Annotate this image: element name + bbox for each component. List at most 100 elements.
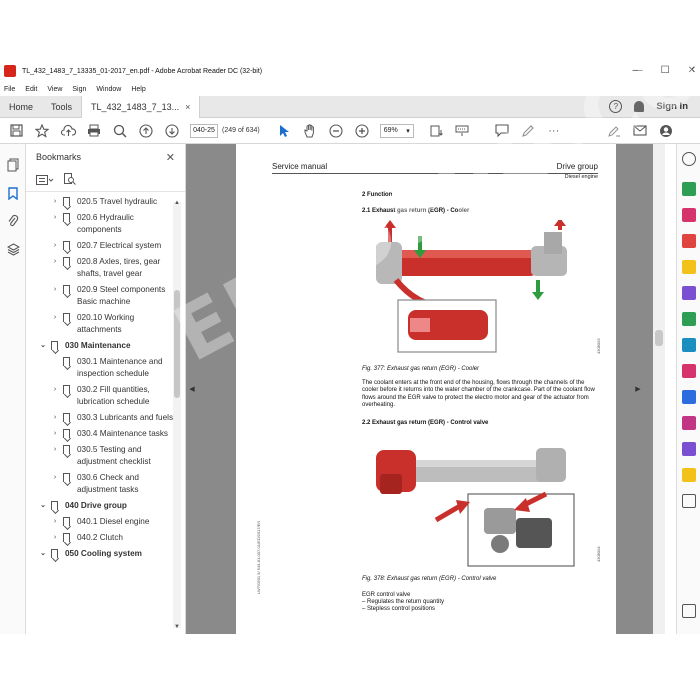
bookmark-item[interactable]: 030.1 Maintenance and inspection schedul… — [26, 356, 174, 380]
collapse-left-icon[interactable]: ◀ — [188, 374, 196, 404]
collapse-right-icon[interactable]: ▶ — [634, 374, 642, 404]
minimize-button[interactable]: — — [633, 65, 643, 76]
bookmark-item[interactable]: ⌄ 030 Maintenance — [26, 340, 174, 352]
menu-file[interactable]: File — [4, 86, 15, 93]
page-number-input[interactable]: 040-25 — [190, 123, 218, 138]
export-pdf-icon[interactable] — [682, 182, 696, 196]
organize-pages-icon[interactable] — [682, 312, 696, 326]
bookmark-panel-icon[interactable] — [6, 186, 20, 200]
layers-icon[interactable] — [6, 242, 20, 256]
zoom-in-icon[interactable] — [354, 123, 370, 139]
link-sign-icon[interactable] — [606, 123, 622, 139]
chevron-right-icon[interactable]: › — [50, 428, 60, 440]
chevron-right-icon[interactable]: › — [50, 312, 60, 324]
menu-sign[interactable]: Sign — [72, 86, 86, 93]
chevron-down-icon[interactable]: ⌄ — [38, 340, 48, 352]
bookmark-item[interactable]: › 030.2 Fill quantities, lubrication sche… — [26, 384, 174, 408]
menu-window[interactable]: Window — [96, 86, 121, 93]
previous-page-icon[interactable] — [138, 123, 154, 139]
comment-icon[interactable] — [494, 123, 510, 139]
hand-tool-icon[interactable] — [302, 123, 318, 139]
send-signature-icon[interactable] — [682, 442, 696, 456]
protect-icon[interactable] — [682, 390, 696, 404]
keyboard-icon[interactable] — [454, 123, 470, 139]
tab-document[interactable]: TL_432_1483_7_13... × — [81, 95, 201, 118]
more-tools-icon[interactable] — [682, 494, 696, 508]
bookmark-item[interactable]: › 030.4 Maintenance tasks — [26, 428, 174, 440]
chevron-down-icon[interactable]: ⌄ — [38, 500, 48, 512]
chevron-right-icon[interactable]: › — [50, 444, 60, 456]
next-page-icon[interactable] — [164, 123, 180, 139]
chevron-right-icon[interactable]: › — [50, 240, 60, 252]
menu-view[interactable]: View — [47, 86, 62, 93]
bookmark-item[interactable]: › 020.7 Electrical system — [26, 240, 174, 252]
scroll-down-icon[interactable]: ▼ — [173, 624, 181, 630]
chevron-right-icon[interactable]: › — [50, 212, 60, 224]
comment-tool-icon[interactable] — [682, 260, 696, 274]
sign-in-button[interactable]: Sign In — [656, 101, 688, 112]
attachment-icon[interactable] — [6, 214, 20, 228]
star-icon[interactable] — [34, 123, 50, 139]
print-icon[interactable] — [86, 123, 102, 139]
document-viewer[interactable]: ◀ ▶ Service manual Drive group Diesel en… — [186, 144, 664, 634]
chevron-right-icon[interactable]: › — [50, 284, 60, 296]
zoom-search-icon[interactable] — [112, 123, 128, 139]
tab-tools[interactable]: Tools — [42, 96, 81, 118]
chevron-right-icon[interactable]: › — [50, 256, 60, 268]
combine-files-icon[interactable] — [682, 286, 696, 300]
prepare-form-icon[interactable] — [682, 416, 696, 430]
pages-thumbnail-icon[interactable] — [6, 158, 20, 172]
bookmark-item[interactable]: › 030.5 Testing and adjustment checklist — [26, 444, 174, 468]
bookmark-item[interactable]: › 020.10 Working attachments — [26, 312, 174, 336]
bookmark-item[interactable]: › 020.6 Hydraulic components — [26, 212, 174, 236]
chevron-right-icon[interactable]: › — [50, 384, 60, 396]
scan-ocr-icon[interactable] — [682, 338, 696, 352]
chevron-right-icon[interactable]: › — [50, 412, 60, 424]
tab-home[interactable]: Home — [0, 96, 42, 118]
chevron-right-icon[interactable]: › — [50, 196, 60, 208]
save-icon[interactable] — [8, 123, 24, 139]
bookmark-item[interactable]: › 040.2 Clutch — [26, 532, 174, 544]
email-icon[interactable] — [632, 123, 648, 139]
help-icon[interactable]: ? — [609, 100, 623, 113]
page-fit-icon[interactable] — [428, 123, 444, 139]
zoom-select[interactable]: 69% ▾ — [379, 123, 414, 138]
scrollbar-thumb[interactable] — [174, 290, 180, 398]
select-cursor-icon[interactable] — [276, 123, 292, 139]
pen-icon[interactable] — [520, 123, 536, 139]
search-tools-icon[interactable] — [682, 152, 696, 166]
send-comment-icon[interactable] — [682, 468, 696, 482]
chevron-right-icon[interactable]: › — [50, 516, 60, 528]
document-scrollbar[interactable] — [653, 144, 665, 634]
close-window-button[interactable]: ✕ — [688, 65, 696, 76]
scroll-up-icon[interactable]: ▲ — [173, 200, 181, 206]
close-panel-icon[interactable]: ✕ — [166, 151, 175, 164]
bookmark-item[interactable]: › 030.6 Check and adjustment tasks — [26, 472, 174, 496]
expand-tools-icon[interactable] — [682, 604, 696, 618]
bookmark-item[interactable]: ⌄ 050 Cooling system — [26, 548, 174, 560]
bookmark-options-icon[interactable] — [36, 172, 54, 190]
edit-pdf-icon[interactable] — [682, 234, 696, 248]
find-bookmark-icon[interactable] — [64, 172, 76, 190]
create-pdf-icon[interactable] — [682, 208, 696, 222]
account-icon[interactable] — [658, 123, 674, 139]
chevron-right-icon[interactable]: › — [50, 472, 60, 484]
bell-icon[interactable] — [634, 101, 645, 112]
zoom-out-icon[interactable] — [328, 123, 344, 139]
fill-sign-icon[interactable] — [682, 364, 696, 378]
maximize-button[interactable]: ☐ — [661, 65, 670, 76]
bookmark-item[interactable]: › 020.9 Steel components Basic machine — [26, 284, 174, 308]
bookmark-item[interactable]: › 020.8 Axles, tires, gear shafts, travel… — [26, 256, 174, 280]
tab-close-icon[interactable]: × — [185, 102, 190, 112]
menu-edit[interactable]: Edit — [25, 86, 37, 93]
menu-help[interactable]: Help — [131, 86, 145, 93]
bookmark-item[interactable]: ⌄ 040 Drive group — [26, 500, 174, 512]
chevron-right-icon[interactable]: › — [50, 532, 60, 544]
bookmark-item[interactable]: › 030.3 Lubricants and fuels — [26, 412, 174, 424]
more-tools-button[interactable]: ··· — [546, 123, 562, 139]
bookmark-item[interactable]: › 020.5 Travel hydraulic — [26, 196, 174, 208]
chevron-down-icon[interactable]: ⌄ — [38, 548, 48, 560]
document-scroll-thumb[interactable] — [655, 330, 663, 346]
bookmark-scrollbar[interactable]: ▲ ▼ — [173, 200, 181, 630]
cloud-upload-icon[interactable] — [60, 123, 76, 139]
